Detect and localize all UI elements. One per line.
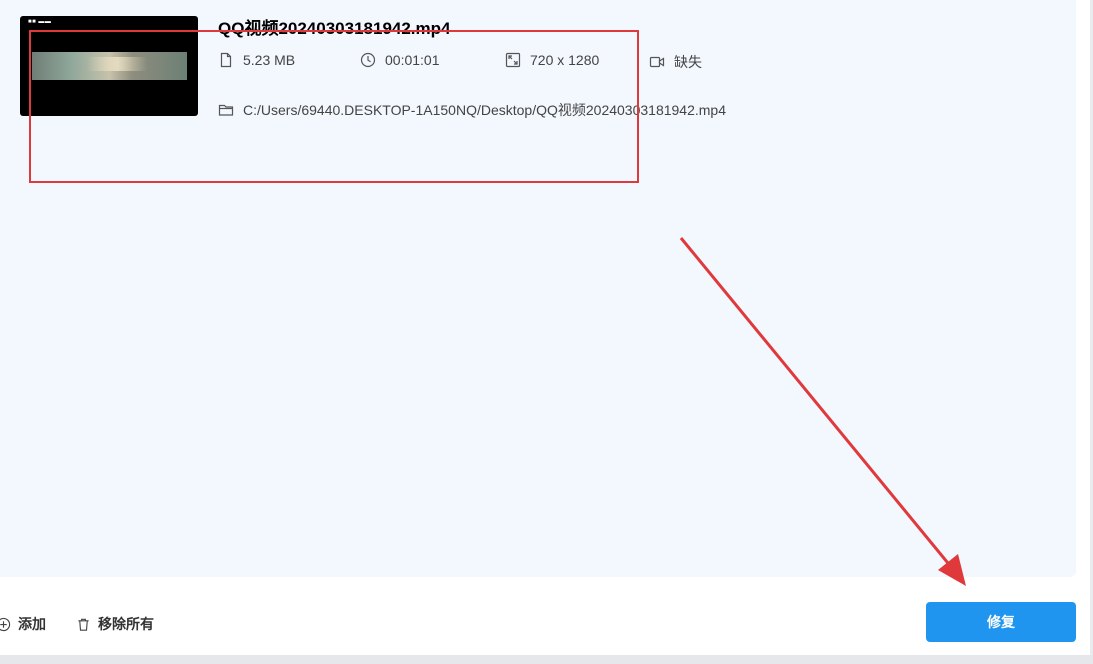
file-codec-value: 缺失 xyxy=(674,54,702,70)
bottom-toolbar: 添加 移除所有 修复 xyxy=(0,596,1090,654)
add-button[interactable]: 添加 xyxy=(0,614,46,634)
thumbnail-logo-mark: ■■ ▬▬ xyxy=(28,19,52,25)
add-button-label: 添加 xyxy=(18,616,46,632)
file-codec: 缺失 xyxy=(649,52,702,72)
video-camera-icon xyxy=(649,56,665,68)
trash-icon xyxy=(78,618,89,631)
remove-all-button[interactable]: 移除所有 xyxy=(76,614,154,634)
plus-circle-icon xyxy=(0,617,11,631)
annotation-highlight-box xyxy=(29,30,639,183)
window-bottom-edge xyxy=(0,655,1093,664)
remove-all-button-label: 移除所有 xyxy=(98,616,154,632)
repair-button[interactable]: 修复 xyxy=(926,602,1076,642)
file-list-panel: ■■ ▬▬ QQ视频20240303181942.mp4 5.23 MB 00:… xyxy=(0,0,1076,577)
